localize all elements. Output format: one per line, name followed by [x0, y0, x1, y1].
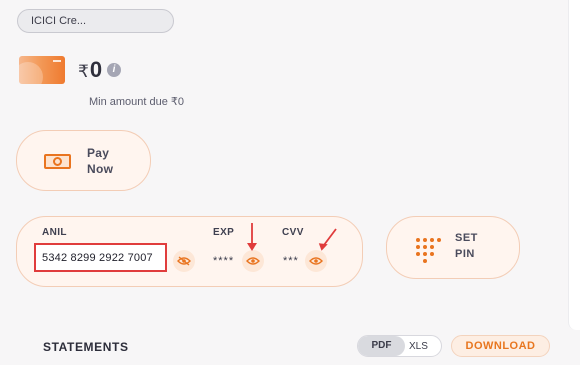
- toggle-exp-visibility[interactable]: [242, 250, 264, 272]
- format-xls-option[interactable]: XLS: [409, 341, 428, 352]
- eye-icon: [309, 257, 323, 265]
- statements-heading: STATEMENTS: [43, 340, 129, 354]
- download-button[interactable]: DOWNLOAD: [451, 335, 550, 357]
- balance-amount: 0: [89, 57, 103, 82]
- cvv-masked: ***: [283, 255, 299, 267]
- banknote-icon: [44, 154, 71, 169]
- toggle-card-number-visibility[interactable]: [173, 250, 195, 272]
- card-balance: ₹ 0: [78, 57, 102, 83]
- toggle-cvv-visibility[interactable]: [305, 250, 327, 272]
- cardholder-name: ANIL: [42, 227, 67, 238]
- statement-format-toggle[interactable]: PDF XLS: [357, 335, 442, 357]
- keypad-icon: [416, 238, 441, 263]
- format-pdf-option[interactable]: PDF: [358, 336, 405, 356]
- currency-symbol: ₹: [78, 62, 89, 81]
- eye-off-icon: [177, 256, 191, 266]
- pay-now-button[interactable]: Pay Now: [16, 130, 151, 191]
- card-number-highlight: 5342 8299 2922 7007: [34, 243, 167, 272]
- card-number: 5342 8299 2922 7007: [42, 252, 153, 264]
- set-pin-button[interactable]: SET PIN: [386, 216, 520, 279]
- cvv-label: CVV: [282, 227, 304, 238]
- info-icon[interactable]: i: [107, 63, 121, 77]
- annotation-arrow-cvv: [318, 228, 337, 251]
- card-selector[interactable]: ICICI Cre...: [17, 9, 174, 33]
- card-thumbnail: [19, 56, 65, 84]
- scroll-panel-edge: [568, 0, 580, 330]
- eye-icon: [246, 257, 260, 265]
- exp-masked: ****: [213, 255, 235, 267]
- set-pin-label: SET PIN: [455, 232, 478, 260]
- card-selector-value: ICICI Cre...: [31, 15, 87, 27]
- annotation-arrow-exp: [247, 223, 257, 251]
- card-details-panel: ANIL EXP CVV 5342 8299 2922 7007 **** **…: [16, 216, 363, 287]
- exp-label: EXP: [213, 227, 235, 238]
- pay-now-label: Pay Now: [87, 146, 114, 176]
- min-amount-due: Min amount due ₹0: [89, 96, 185, 108]
